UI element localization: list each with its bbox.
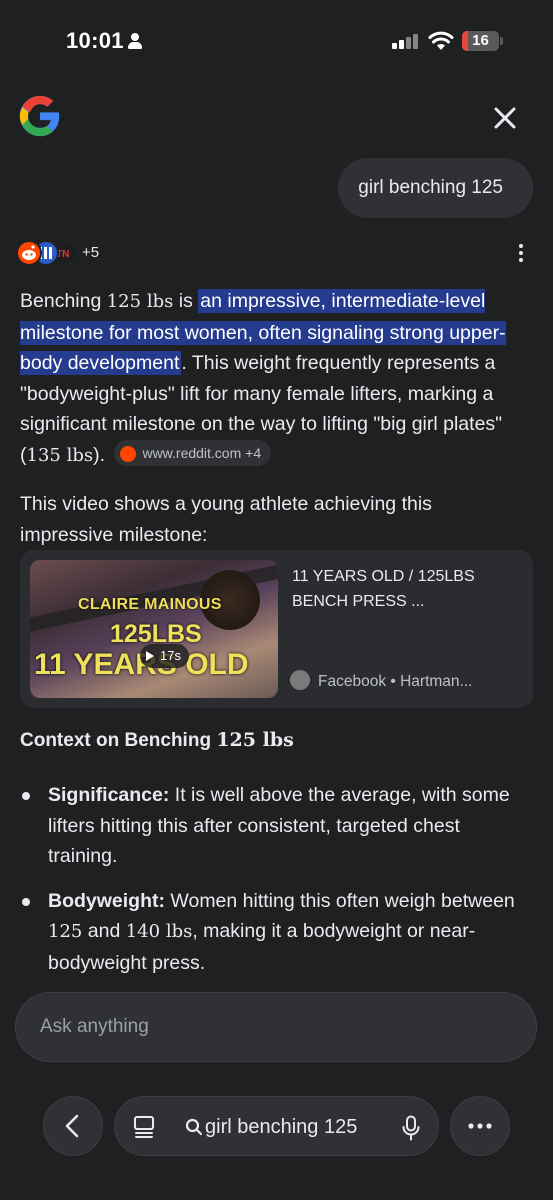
chevron-left-icon bbox=[65, 1114, 79, 1138]
close-icon[interactable] bbox=[489, 102, 521, 134]
bullet-number: 140 lbs bbox=[125, 921, 193, 942]
bullet-dot bbox=[22, 897, 30, 906]
video-intro-text: This video shows a young athlete achievi… bbox=[20, 493, 432, 546]
more-options-icon[interactable] bbox=[516, 242, 526, 264]
search-bar-button[interactable]: girl benching 125 bbox=[114, 1096, 439, 1156]
context-bullet-list: Significance: It is well above the avera… bbox=[20, 780, 530, 992]
answer-number: 135 lbs bbox=[26, 444, 94, 466]
video-title[interactable]: 11 YEARS OLD / 125LBS BENCH PRESS ... bbox=[292, 564, 522, 614]
battery-percentage: 16 bbox=[472, 32, 489, 49]
list-item: Bodyweight: Women hitting this often wei… bbox=[20, 886, 530, 979]
google-logo-icon bbox=[19, 95, 60, 137]
video-source: Facebook • Hartman... bbox=[290, 670, 473, 692]
video-card[interactable]: CLAIRE MAINOUS 125LBS 11 YEARS OLD 17s 1… bbox=[20, 550, 533, 708]
bullet-text: and bbox=[82, 920, 126, 942]
video-duration: 17s bbox=[160, 648, 181, 663]
bullet-dot bbox=[22, 792, 30, 800]
play-duration-badge[interactable]: 17s bbox=[140, 644, 189, 668]
heading-number: 125 lbs bbox=[216, 729, 294, 751]
thumbnail-caption-name: CLAIRE MAINOUS bbox=[78, 596, 222, 613]
video-thumbnail[interactable]: CLAIRE MAINOUS 125LBS 11 YEARS OLD 17s bbox=[30, 560, 278, 698]
play-icon bbox=[146, 650, 154, 661]
answer-text: ). bbox=[93, 443, 106, 466]
more-menu-button[interactable] bbox=[450, 1096, 510, 1156]
tabs-icon[interactable] bbox=[133, 1115, 155, 1139]
search-icon bbox=[185, 1118, 203, 1136]
list-item: Significance: It is well above the avera… bbox=[20, 780, 530, 872]
heading-text: Context on Benching bbox=[20, 730, 217, 751]
reddit-chip-icon bbox=[120, 445, 137, 462]
answer-text: is bbox=[173, 290, 199, 312]
video-source-label: Facebook • Hartman... bbox=[318, 673, 473, 691]
user-query-bubble: girl benching 125 bbox=[338, 158, 533, 218]
battery-icon: 16 bbox=[462, 31, 504, 51]
answer-number: 125 lbs bbox=[106, 291, 174, 312]
bullet-number: 125 bbox=[48, 921, 83, 942]
ai-answer-paragraph: Benching 125 lbs is an impressive, inter… bbox=[20, 286, 530, 471]
ask-anything-input[interactable]: Ask anything bbox=[15, 992, 537, 1062]
status-bar: 10:01 16 bbox=[0, 0, 553, 84]
back-button[interactable] bbox=[43, 1096, 103, 1156]
microphone-icon[interactable] bbox=[401, 1115, 421, 1141]
more-sources-count[interactable]: +5 bbox=[82, 244, 99, 261]
bullet-text: Women hitting this often weigh between bbox=[165, 889, 515, 912]
reddit-source-icon[interactable] bbox=[16, 240, 42, 266]
answer-text: Benching bbox=[20, 290, 107, 312]
sources-row[interactable]: TN +5 bbox=[16, 238, 536, 268]
source-chip[interactable]: www.reddit.com +4 bbox=[114, 440, 272, 467]
channel-avatar bbox=[290, 670, 310, 690]
wifi-icon bbox=[428, 31, 454, 50]
status-time: 10:01 bbox=[66, 28, 124, 53]
bottom-toolbar: girl benching 125 bbox=[0, 1096, 553, 1158]
person-icon bbox=[128, 33, 142, 49]
section-heading: Context on Benching 125 lbs bbox=[20, 729, 294, 752]
bullet-term: Bodyweight: bbox=[48, 889, 165, 912]
cellular-signal-icon bbox=[392, 34, 420, 49]
search-bar-query[interactable]: girl benching 125 bbox=[205, 1097, 357, 1157]
ellipsis-icon bbox=[468, 1123, 492, 1129]
bullet-term: Significance: bbox=[48, 784, 170, 806]
source-chip-label: www.reddit.com +4 bbox=[142, 445, 262, 462]
